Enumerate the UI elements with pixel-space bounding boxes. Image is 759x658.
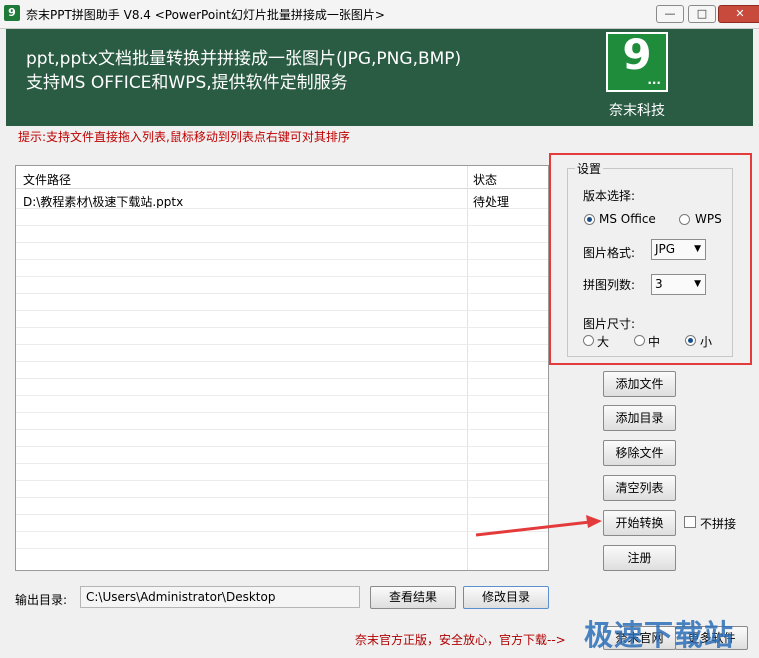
logo-caption: 奈末科技 xyxy=(609,103,665,119)
format-select[interactable]: JPG ▼ xyxy=(651,239,706,260)
radio-wps-label[interactable]: WPS xyxy=(695,212,722,226)
row-divider xyxy=(16,276,548,277)
row-divider xyxy=(16,310,548,311)
output-dir-field[interactable]: C:\Users\Administrator\Desktop xyxy=(80,586,360,608)
row-divider xyxy=(16,259,548,260)
clear-list-button[interactable]: 清空列表 xyxy=(603,475,676,501)
radio-size-small-label[interactable]: 小 xyxy=(700,333,712,350)
radio-size-small[interactable] xyxy=(685,335,696,346)
no-stitch-checkbox[interactable] xyxy=(684,516,696,528)
window-title: 奈末PPT拼图助手 V8.4 <PowerPoint幻灯片批量拼接成一张图片> xyxy=(26,8,385,22)
row-divider xyxy=(16,208,548,209)
add-directory-button[interactable]: 添加目录 xyxy=(603,405,676,431)
row-divider xyxy=(16,429,548,430)
row-divider xyxy=(16,327,548,328)
radio-size-large[interactable] xyxy=(583,335,594,346)
logo-digit: 9 xyxy=(622,30,652,79)
chevron-down-icon: ▼ xyxy=(694,279,701,289)
output-dir-label: 输出目录: xyxy=(15,593,68,607)
app-icon: 9 xyxy=(4,5,20,21)
radio-size-medium[interactable] xyxy=(634,335,645,346)
radio-wps[interactable] xyxy=(679,214,690,225)
add-file-button[interactable]: 添加文件 xyxy=(603,371,676,397)
arrow-annotation xyxy=(475,515,602,537)
row-divider xyxy=(16,497,548,498)
change-dir-button[interactable]: 修改目录 xyxy=(463,586,549,609)
row-divider xyxy=(16,514,548,515)
settings-title: 设置 xyxy=(575,160,604,177)
columns-label: 拼图列数: xyxy=(583,278,636,292)
header-banner: ppt,pptx文档批量转换并拼接成一张图片(JPG,PNG,BMP) 支持MS… xyxy=(6,29,753,126)
row-divider xyxy=(16,242,548,243)
maximize-button[interactable]: □ xyxy=(688,5,716,23)
row-divider xyxy=(16,378,548,379)
file-list[interactable]: 文件路径 状态 D:\教程素材\极速下载站.pptx 待处理 xyxy=(15,165,549,571)
columns-value: 3 xyxy=(655,277,663,291)
row-divider xyxy=(16,361,548,362)
row-divider xyxy=(16,446,548,447)
footer-text: 奈末官方正版，安全放心，官方下载--> xyxy=(355,633,566,647)
row-divider xyxy=(16,225,548,226)
tip-text: 提示:支持文件直接拖入列表,鼠标移动到列表点右键可对其排序 xyxy=(18,130,350,144)
version-label: 版本选择: xyxy=(583,189,636,203)
radio-ms-office-label[interactable]: MS Office xyxy=(599,212,656,226)
radio-ms-office[interactable] xyxy=(584,214,595,225)
row-divider xyxy=(16,480,548,481)
row-divider xyxy=(16,344,548,345)
row-divider xyxy=(16,548,548,549)
company-logo: 9 ... xyxy=(606,30,668,92)
column-header-status[interactable]: 状态 xyxy=(473,171,497,188)
row-divider xyxy=(16,395,548,396)
row-divider xyxy=(16,531,548,532)
no-stitch-label[interactable]: 不拼接 xyxy=(700,515,736,532)
format-value: JPG xyxy=(655,242,676,256)
close-button[interactable]: ✕ xyxy=(718,5,759,23)
banner-headline: ppt,pptx文档批量转换并拼接成一张图片(JPG,PNG,BMP) xyxy=(26,49,462,69)
title-bar: 9 奈末PPT拼图助手 V8.4 <PowerPoint幻灯片批量拼接成一张图片… xyxy=(0,0,759,29)
row-divider xyxy=(16,412,548,413)
chevron-down-icon: ▼ xyxy=(694,244,701,254)
radio-size-medium-label[interactable]: 中 xyxy=(648,333,660,350)
column-separator xyxy=(467,166,468,570)
list-header xyxy=(16,166,548,189)
register-button[interactable]: 注册 xyxy=(603,545,676,571)
radio-size-large-label[interactable]: 大 xyxy=(597,333,609,350)
banner-subline: 支持MS OFFICE和WPS,提供软件定制服务 xyxy=(26,73,348,93)
remove-file-button[interactable]: 移除文件 xyxy=(603,440,676,466)
minimize-button[interactable]: — xyxy=(656,5,684,23)
columns-select[interactable]: 3 ▼ xyxy=(651,274,706,295)
start-convert-button[interactable]: 开始转换 xyxy=(603,510,676,536)
row-divider xyxy=(16,463,548,464)
size-label: 图片尺寸: xyxy=(583,317,636,331)
column-header-path[interactable]: 文件路径 xyxy=(23,171,71,188)
logo-dots: ... xyxy=(647,73,661,87)
row-divider xyxy=(16,293,548,294)
view-result-button[interactable]: 查看结果 xyxy=(370,586,456,609)
format-label: 图片格式: xyxy=(583,246,636,260)
watermark: 极速下载站 xyxy=(584,618,735,652)
